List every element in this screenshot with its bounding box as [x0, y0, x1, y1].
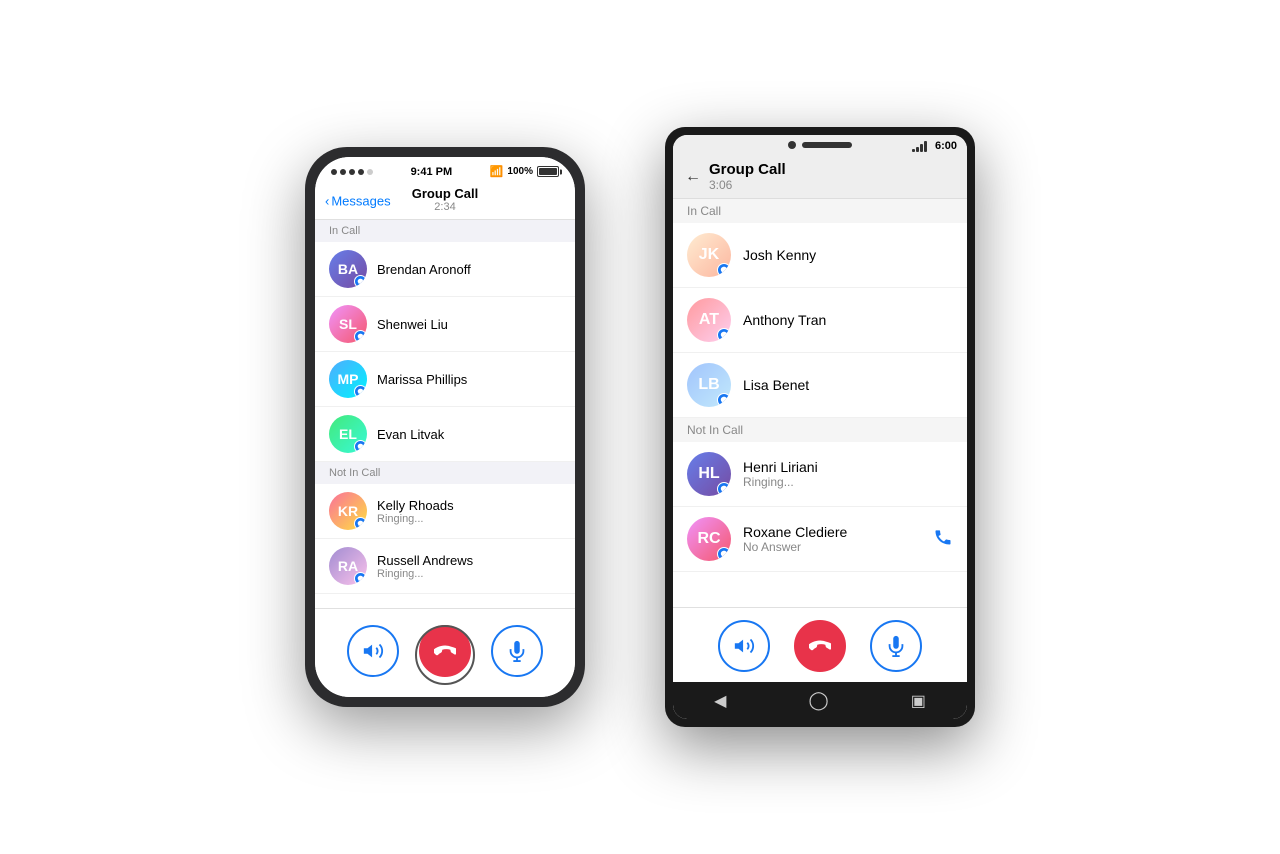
android-time: 6:00 — [935, 140, 957, 152]
android-back-button[interactable]: ← — [685, 168, 701, 186]
battery-label: 100% — [507, 166, 533, 177]
avatar-kelly: KR — [329, 492, 367, 530]
contact-name-kelly: Kelly Rhoads — [377, 498, 454, 513]
avatar-roxane: RC — [687, 517, 731, 561]
android-contact-lisa: LB Lisa Benet — [673, 353, 967, 418]
contact-brendan: BA Brendan Aronoff — [315, 242, 575, 297]
contact-status-russell: Ringing... — [377, 568, 473, 580]
android-device: 6:00 ← Group Call 3:06 In Call JK Josh K… — [665, 127, 975, 727]
android-in-call-header: In Call — [673, 199, 967, 223]
android-nav-info: Group Call 3:06 — [709, 161, 786, 192]
contact-russell: RA Russell Andrews Ringing... — [315, 539, 575, 594]
android-camera — [788, 141, 796, 149]
android-contact-josh: JK Josh Kenny — [673, 223, 967, 288]
contact-marissa: MP Marissa Phillips — [315, 352, 575, 407]
messenger-badge — [354, 275, 367, 288]
messenger-badge — [717, 328, 731, 342]
iphone-nav: ‹ Messages Group Call 2:34 — [315, 182, 575, 220]
android-contact-roxane: RC Roxane Clediere No Answer — [673, 507, 967, 572]
android-contact-status-henri: Ringing... — [743, 475, 818, 489]
speaker-button[interactable] — [347, 625, 399, 677]
android-not-in-call-header: Not In Call — [673, 418, 967, 442]
android-contact-name-roxane: Roxane Clediere — [743, 524, 847, 540]
contact-name-shenwei: Shenwei Liu — [377, 317, 448, 332]
contact-shenwei: SL Shenwei Liu — [315, 297, 575, 352]
signal-dots — [331, 169, 373, 175]
iphone-screen: 9:41 PM 📶 100% ‹ Messages Group Call 2:3… — [315, 157, 575, 697]
iphone-status-right: 📶 100% — [490, 165, 559, 178]
contact-name-russell: Russell Andrews — [377, 553, 473, 568]
android-nav-title: Group Call — [709, 161, 786, 178]
android-nav-subtitle: 3:06 — [709, 178, 786, 192]
android-home-nav[interactable]: ◯ — [809, 690, 829, 711]
android-contact-name-anthony: Anthony Tran — [743, 312, 826, 328]
iphone-home-button[interactable] — [415, 625, 475, 685]
android-contact-name-josh: Josh Kenny — [743, 247, 816, 263]
android-contact-name-lisa: Lisa Benet — [743, 377, 809, 393]
contact-kelly: KR Kelly Rhoads Ringing... — [315, 484, 575, 539]
android-camera-area — [788, 141, 852, 149]
android-contact-name-henri: Henri Liriani — [743, 459, 818, 475]
iphone-content: In Call BA Brendan Aronoff SL — [315, 220, 575, 608]
messenger-badge — [354, 517, 367, 530]
android-contact-info-henri: Henri Liriani Ringing... — [743, 459, 818, 489]
avatar-josh: JK — [687, 233, 731, 277]
android-recents-nav[interactable]: ▣ — [911, 691, 926, 711]
contact-status-kelly: Ringing... — [377, 513, 454, 525]
contact-info-kelly: Kelly Rhoads Ringing... — [377, 498, 454, 525]
messenger-badge — [354, 330, 367, 343]
avatar-evan: EL — [329, 415, 367, 453]
android-screen: 6:00 ← Group Call 3:06 In Call JK Josh K… — [673, 135, 967, 719]
messenger-badge — [717, 263, 731, 277]
messenger-badge — [354, 440, 367, 453]
android-speaker-button[interactable] — [718, 620, 770, 672]
messenger-badge — [354, 572, 367, 585]
messenger-badge — [717, 393, 731, 407]
messenger-badge — [717, 482, 731, 496]
wifi-icon: 📶 — [490, 165, 504, 178]
android-nav-bar: ← Group Call 3:06 — [673, 157, 967, 199]
iphone-time: 9:41 PM — [411, 166, 453, 178]
messenger-badge — [354, 385, 367, 398]
contact-name-evan: Evan Litvak — [377, 427, 444, 442]
android-contact-status-roxane: No Answer — [743, 540, 847, 554]
battery-icon — [537, 166, 559, 177]
android-back-nav[interactable]: ◀ — [714, 691, 726, 711]
avatar-marissa: MP — [329, 360, 367, 398]
contact-name-brendan: Brendan Aronoff — [377, 262, 471, 277]
messenger-badge — [717, 547, 731, 561]
contact-evan: EL Evan Litvak — [315, 407, 575, 462]
signal-bars — [912, 140, 927, 152]
mute-button[interactable] — [491, 625, 543, 677]
iphone-status-bar: 9:41 PM 📶 100% — [315, 157, 575, 182]
android-contact-info-roxane: Roxane Clediere No Answer — [743, 524, 847, 554]
contact-name-marissa: Marissa Phillips — [377, 372, 467, 387]
android-content: In Call JK Josh Kenny AT Anthony Tr — [673, 199, 967, 607]
avatar-brendan: BA — [329, 250, 367, 288]
android-speaker-grille — [802, 142, 852, 148]
contact-info-russell: Russell Andrews Ringing... — [377, 553, 473, 580]
android-contact-anthony: AT Anthony Tran — [673, 288, 967, 353]
android-contact-henri: HL Henri Liriani Ringing... — [673, 442, 967, 507]
not-in-call-section-header: Not In Call — [315, 462, 575, 484]
avatar-henri: HL — [687, 452, 731, 496]
avatar-lisa: LB — [687, 363, 731, 407]
call-back-icon[interactable] — [933, 527, 953, 552]
android-call-controls — [673, 607, 967, 682]
in-call-section-header: In Call — [315, 220, 575, 242]
back-button[interactable]: ‹ Messages — [325, 193, 391, 208]
avatar-russell: RA — [329, 547, 367, 585]
android-end-call-button[interactable] — [794, 620, 846, 672]
avatar-anthony: AT — [687, 298, 731, 342]
android-mute-button[interactable] — [870, 620, 922, 672]
avatar-shenwei: SL — [329, 305, 367, 343]
iphone-device: 9:41 PM 📶 100% ‹ Messages Group Call 2:3… — [305, 147, 585, 707]
android-system-nav: ◀ ◯ ▣ — [673, 682, 967, 719]
